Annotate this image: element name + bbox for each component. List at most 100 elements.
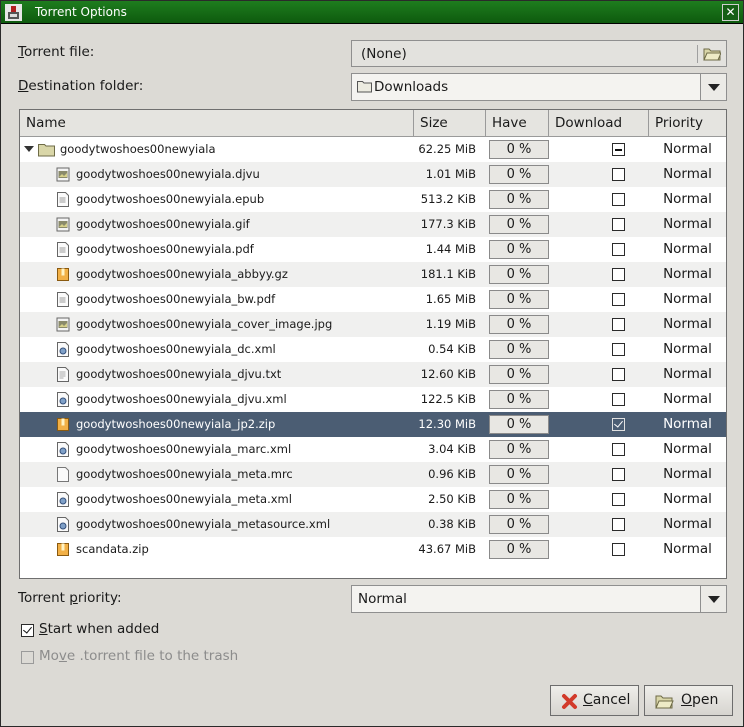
file-download-checkbox[interactable] bbox=[612, 468, 625, 481]
file-size: 12.60 KiB bbox=[420, 367, 476, 381]
column-header-have[interactable]: Have bbox=[486, 110, 549, 137]
torrent-file-chooser[interactable]: (None) bbox=[351, 40, 727, 67]
file-priority[interactable]: Normal bbox=[649, 362, 726, 387]
file-download-checkbox[interactable] bbox=[612, 493, 625, 506]
file-size: 0.38 KiB bbox=[428, 517, 476, 531]
file-download-checkbox[interactable] bbox=[612, 518, 625, 531]
file-priority[interactable]: Normal bbox=[649, 262, 726, 287]
image-icon bbox=[56, 317, 70, 332]
file-size: 177.3 KiB bbox=[420, 217, 476, 231]
title-bar[interactable]: Torrent Options ✕ bbox=[1, 1, 743, 24]
file-priority[interactable]: Normal bbox=[649, 187, 726, 212]
folder-priority[interactable]: Normal bbox=[649, 137, 726, 162]
column-header-download[interactable]: Download bbox=[549, 110, 649, 137]
file-size: 3.04 KiB bbox=[428, 442, 476, 456]
start-when-added-label[interactable]: Start when added bbox=[39, 621, 159, 637]
folder-row[interactable]: goodytwoshoes00newyiala 62.25 MiB 0 % No… bbox=[20, 137, 726, 162]
column-header-name[interactable]: Name bbox=[20, 110, 414, 137]
file-priority[interactable]: Normal bbox=[649, 337, 726, 362]
file-priority[interactable]: Normal bbox=[649, 162, 726, 187]
file-size: 122.5 KiB bbox=[420, 392, 476, 406]
file-row[interactable]: goodytwoshoes00newyiala_cover_image.jpg 1… bbox=[20, 312, 726, 337]
file-download-checkbox[interactable] bbox=[612, 368, 625, 381]
open-button[interactable]: Open bbox=[644, 685, 733, 716]
file-row[interactable]: goodytwoshoes00newyiala_dc.xml 0.54 KiB 0 … bbox=[20, 337, 726, 362]
close-button[interactable]: ✕ bbox=[722, 4, 739, 21]
file-name: goodytwoshoes00newyiala.epub bbox=[76, 192, 265, 206]
torrent-priority-combo[interactable]: Normal bbox=[351, 585, 727, 613]
folder-open-icon bbox=[703, 48, 721, 61]
file-have-progress: 0 % bbox=[489, 390, 549, 409]
file-download-checkbox[interactable] bbox=[612, 543, 625, 556]
file-row[interactable]: goodytwoshoes00newyiala_marc.xml 3.04 KiB… bbox=[20, 437, 726, 462]
file-download-checkbox[interactable] bbox=[612, 343, 625, 356]
file-download-checkbox[interactable] bbox=[612, 443, 625, 456]
file-priority[interactable]: Normal bbox=[649, 412, 726, 437]
archive-icon bbox=[57, 268, 69, 281]
file-row[interactable]: goodytwoshoes00newyiala_abbyy.gz 181.1 Ki… bbox=[20, 262, 726, 287]
folder-size: 62.25 MiB bbox=[418, 142, 476, 156]
file-download-checkbox[interactable] bbox=[612, 318, 625, 331]
chevron-down-icon[interactable] bbox=[700, 74, 726, 100]
file-size: 181.1 KiB bbox=[420, 267, 476, 281]
image-icon bbox=[56, 167, 70, 182]
file-row[interactable]: goodytwoshoes00newyiala_djvu.xml 122.5 Ki… bbox=[20, 387, 726, 412]
file-priority[interactable]: Normal bbox=[649, 537, 726, 562]
file-name: goodytwoshoes00newyiala_djvu.txt bbox=[76, 367, 282, 381]
file-row[interactable]: goodytwoshoes00newyiala_metasource.xml 0.… bbox=[20, 512, 726, 537]
file-have-progress: 0 % bbox=[489, 165, 549, 184]
file-priority[interactable]: Normal bbox=[649, 437, 726, 462]
file-download-checkbox[interactable] bbox=[612, 218, 625, 231]
file-download-checkbox[interactable] bbox=[612, 243, 625, 256]
chooser-separator bbox=[697, 45, 698, 63]
destination-folder-combo[interactable]: Downloads bbox=[351, 73, 727, 101]
file-row[interactable]: goodytwoshoes00newyiala_meta.xml 2.50 KiB… bbox=[20, 487, 726, 512]
file-size: 0.54 KiB bbox=[428, 342, 476, 356]
folder-icon bbox=[38, 144, 55, 157]
file-download-checkbox[interactable] bbox=[612, 293, 625, 306]
file-row[interactable]: goodytwoshoes00newyiala.djvu 1.01 MiB 0 % N… bbox=[20, 162, 726, 187]
file-size: 1.44 MiB bbox=[425, 242, 476, 256]
file-priority[interactable]: Normal bbox=[649, 312, 726, 337]
file-priority[interactable]: Normal bbox=[649, 287, 726, 312]
window-title: Torrent Options bbox=[35, 5, 127, 19]
file-priority[interactable]: Normal bbox=[649, 512, 726, 537]
file-row[interactable]: goodytwoshoes00newyiala_jp2.zip 12.30 MiB… bbox=[20, 412, 726, 437]
cancel-icon bbox=[562, 694, 577, 709]
document-icon bbox=[57, 192, 69, 207]
torrent-options-dialog: Torrent Options ✕ Torrent file: (None) D… bbox=[0, 0, 744, 727]
start-when-added-checkbox[interactable] bbox=[21, 624, 34, 637]
file-priority[interactable]: Normal bbox=[649, 462, 726, 487]
file-row[interactable]: goodytwoshoes00newyiala_djvu.txt 12.60 Ki… bbox=[20, 362, 726, 387]
file-have-progress: 0 % bbox=[489, 515, 549, 534]
move-to-trash-checkbox[interactable] bbox=[21, 651, 34, 664]
file-name: goodytwoshoes00newyiala_meta.xml bbox=[76, 492, 292, 506]
file-row[interactable]: goodytwoshoes00newyiala.pdf 1.44 MiB 0 % No… bbox=[20, 237, 726, 262]
chevron-down-icon[interactable] bbox=[700, 586, 726, 612]
move-to-trash-label: Move .torrent file to the trash bbox=[39, 648, 239, 664]
file-download-checkbox[interactable] bbox=[612, 193, 625, 206]
file-priority[interactable]: Normal bbox=[649, 387, 726, 412]
file-priority[interactable]: Normal bbox=[649, 487, 726, 512]
file-row[interactable]: goodytwoshoes00newyiala.gif 177.3 KiB 0 % N… bbox=[20, 212, 726, 237]
column-header-priority[interactable]: Priority bbox=[649, 110, 726, 137]
file-tree[interactable]: Name Size Have Download Priority goodytw… bbox=[19, 109, 727, 579]
cancel-button[interactable]: Cancel bbox=[550, 685, 639, 716]
file-row[interactable]: scandata.zip 43.67 MiB 0 % Normal bbox=[20, 537, 726, 562]
folder-icon bbox=[357, 81, 372, 93]
file-row[interactable]: goodytwoshoes00newyiala_meta.mrc 0.96 KiB… bbox=[20, 462, 726, 487]
xml-icon bbox=[57, 392, 69, 407]
file-priority[interactable]: Normal bbox=[649, 212, 726, 237]
document-icon bbox=[57, 242, 69, 257]
file-row[interactable]: goodytwoshoes00newyiala_bw.pdf 1.65 MiB 0 … bbox=[20, 287, 726, 312]
file-row[interactable]: goodytwoshoes00newyiala.epub 513.2 KiB 0 %… bbox=[20, 187, 726, 212]
destination-folder-label: Destination folder: bbox=[18, 78, 144, 94]
expander-down-icon[interactable] bbox=[24, 146, 34, 152]
file-download-checkbox[interactable] bbox=[612, 268, 625, 281]
file-download-checkbox[interactable] bbox=[612, 418, 625, 431]
folder-download-checkbox[interactable] bbox=[612, 143, 625, 156]
file-download-checkbox[interactable] bbox=[612, 393, 625, 406]
file-download-checkbox[interactable] bbox=[612, 168, 625, 181]
column-header-size[interactable]: Size bbox=[414, 110, 486, 137]
file-priority[interactable]: Normal bbox=[649, 237, 726, 262]
